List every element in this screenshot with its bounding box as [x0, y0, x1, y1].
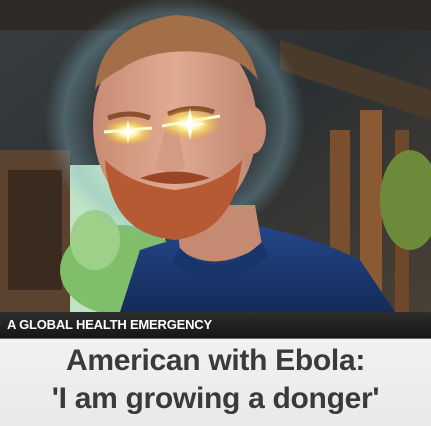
kicker-label: A GLOBAL HEALTH EMERGENCY [7, 317, 212, 332]
headline-banner: A GLOBAL HEALTH EMERGENCY American with … [0, 312, 431, 426]
kicker-bar: A GLOBAL HEALTH EMERGENCY [0, 312, 431, 339]
headline-line-2: 'I am growing a donger' [51, 382, 380, 415]
meme-image: A GLOBAL HEALTH EMERGENCY American with … [0, 0, 431, 426]
headline: American with Ebola: 'I am growing a don… [0, 338, 431, 418]
headline-line-1: American with Ebola: [65, 344, 366, 377]
photo [0, 0, 431, 312]
photo-illustration [0, 0, 431, 312]
